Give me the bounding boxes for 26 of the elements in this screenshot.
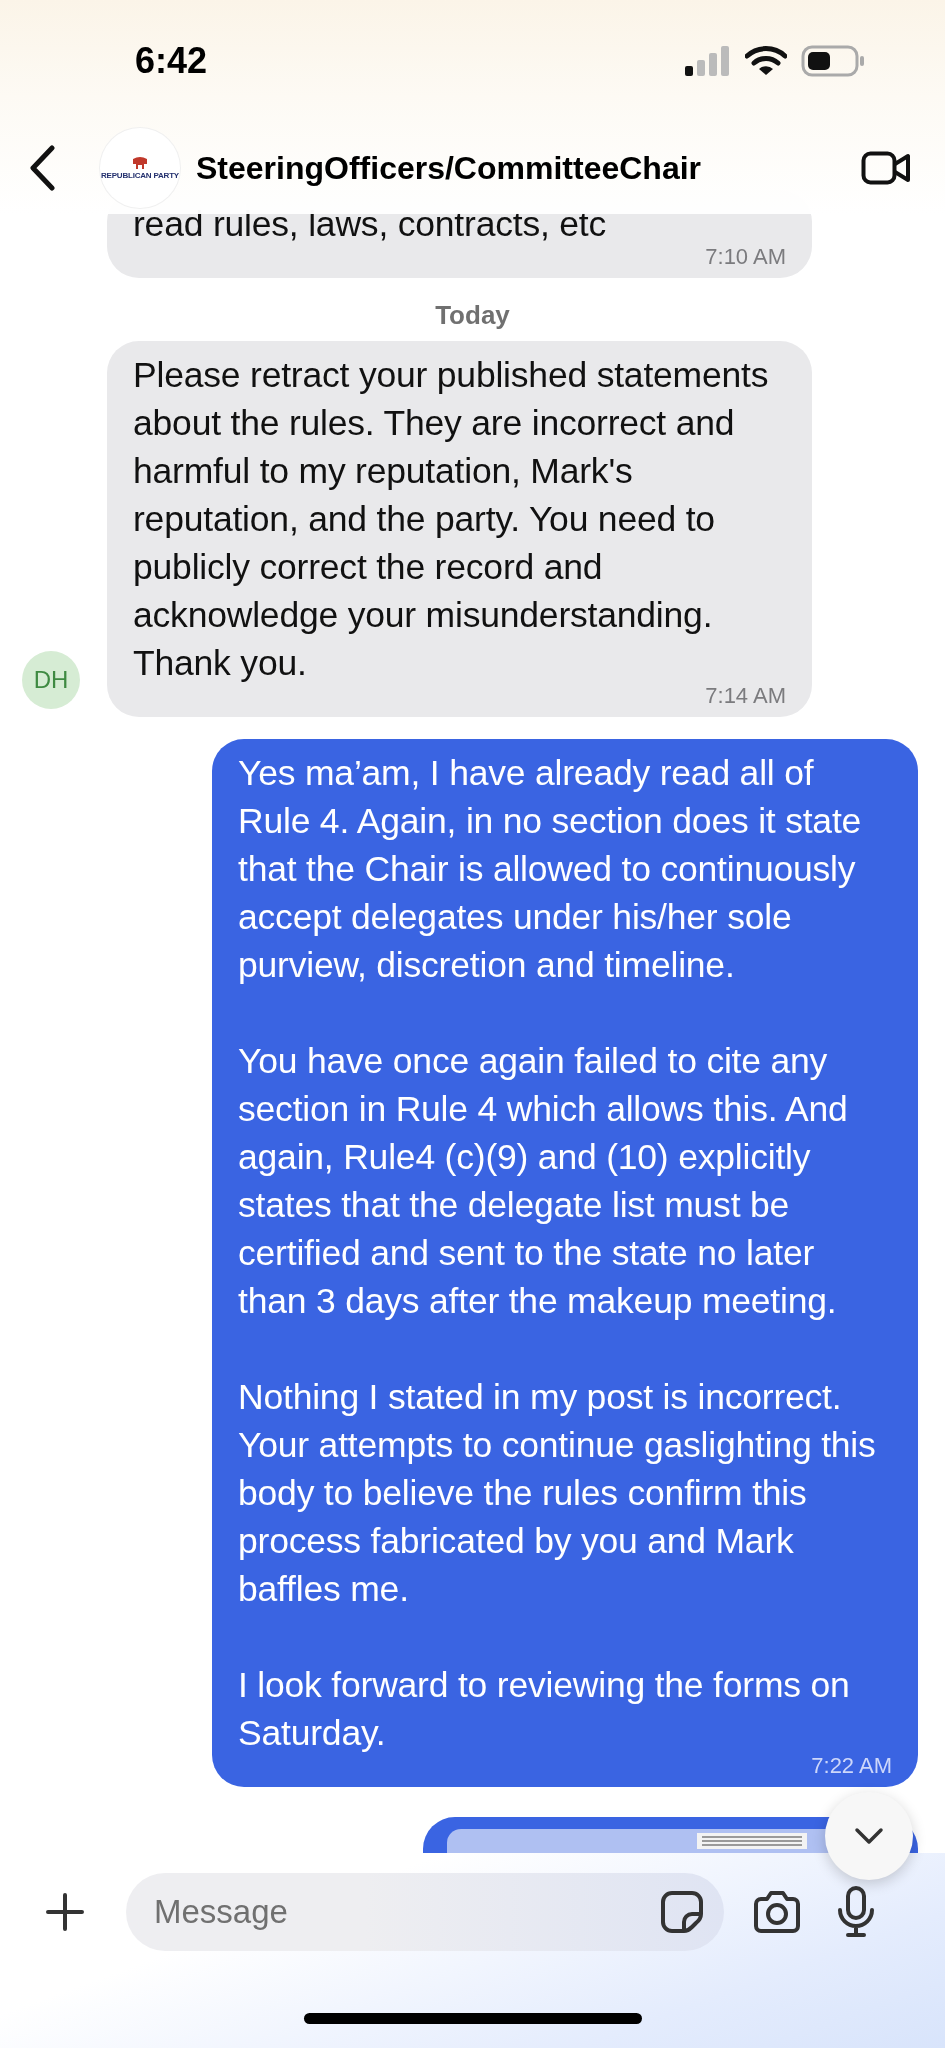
chat-title[interactable]: SteeringOfficers/CommitteeChair: [196, 149, 855, 187]
message-text: You have once again failed to cite any section in Rule 4 which allows this. And again, Rule4 (c)(9) and (10) explicitly states that the delegate list must be certified and sent to the state no later than 3 days after the makeup meeting.: [238, 1040, 849, 1323]
sticker-icon[interactable]: [660, 1890, 704, 1934]
wifi-icon: [745, 45, 787, 76]
message-text: Nothing I stated in my post is incorrect. Your attempts to continue gaslighting this body to believe the rules confirm this process fabricated by you and Mark baffles me.: [238, 1376, 877, 1611]
group-avatar[interactable]: REPUBLICAN PARTY: [100, 128, 180, 208]
back-icon: [28, 145, 56, 191]
message-text: Please retract your published statements about the rules. They are incorrect and harmful to my reputation, Mark's reputation, and the party. You need to publicly correct the record and acknowledge your misunderstanding. Thank you.: [133, 354, 770, 685]
video-camera-icon: [861, 151, 911, 185]
status-time: 6:42: [135, 39, 208, 82]
battery-icon: [801, 44, 865, 77]
logo-text: REPUBLICAN PARTY: [101, 171, 179, 180]
message-time: 7:14 AM: [705, 683, 786, 709]
message-field[interactable]: Message: [126, 1873, 724, 1951]
message-input[interactable]: Message: [152, 1892, 660, 1932]
message-text: I look forward to reviewing the forms on Saturday.: [238, 1664, 851, 1755]
message-text: Yes ma’am, I have already read all of Rule 4. Again, in no section does it state that the Chair is allowed to continuously accept delegates under his/her sole purview, discretion and timeline.: [238, 752, 863, 987]
plus-icon: [46, 1893, 84, 1931]
elephant-icon: [132, 156, 148, 170]
scroll-down-button[interactable]: [825, 1792, 913, 1880]
chevron-down-icon: [854, 1827, 884, 1845]
camera-icon: [752, 1890, 802, 1934]
signal-icon: [685, 45, 731, 76]
message-time: 7:10 AM: [705, 244, 786, 270]
message-time: 7:22 AM: [811, 1753, 892, 1779]
microphone-icon: [836, 1886, 876, 1938]
